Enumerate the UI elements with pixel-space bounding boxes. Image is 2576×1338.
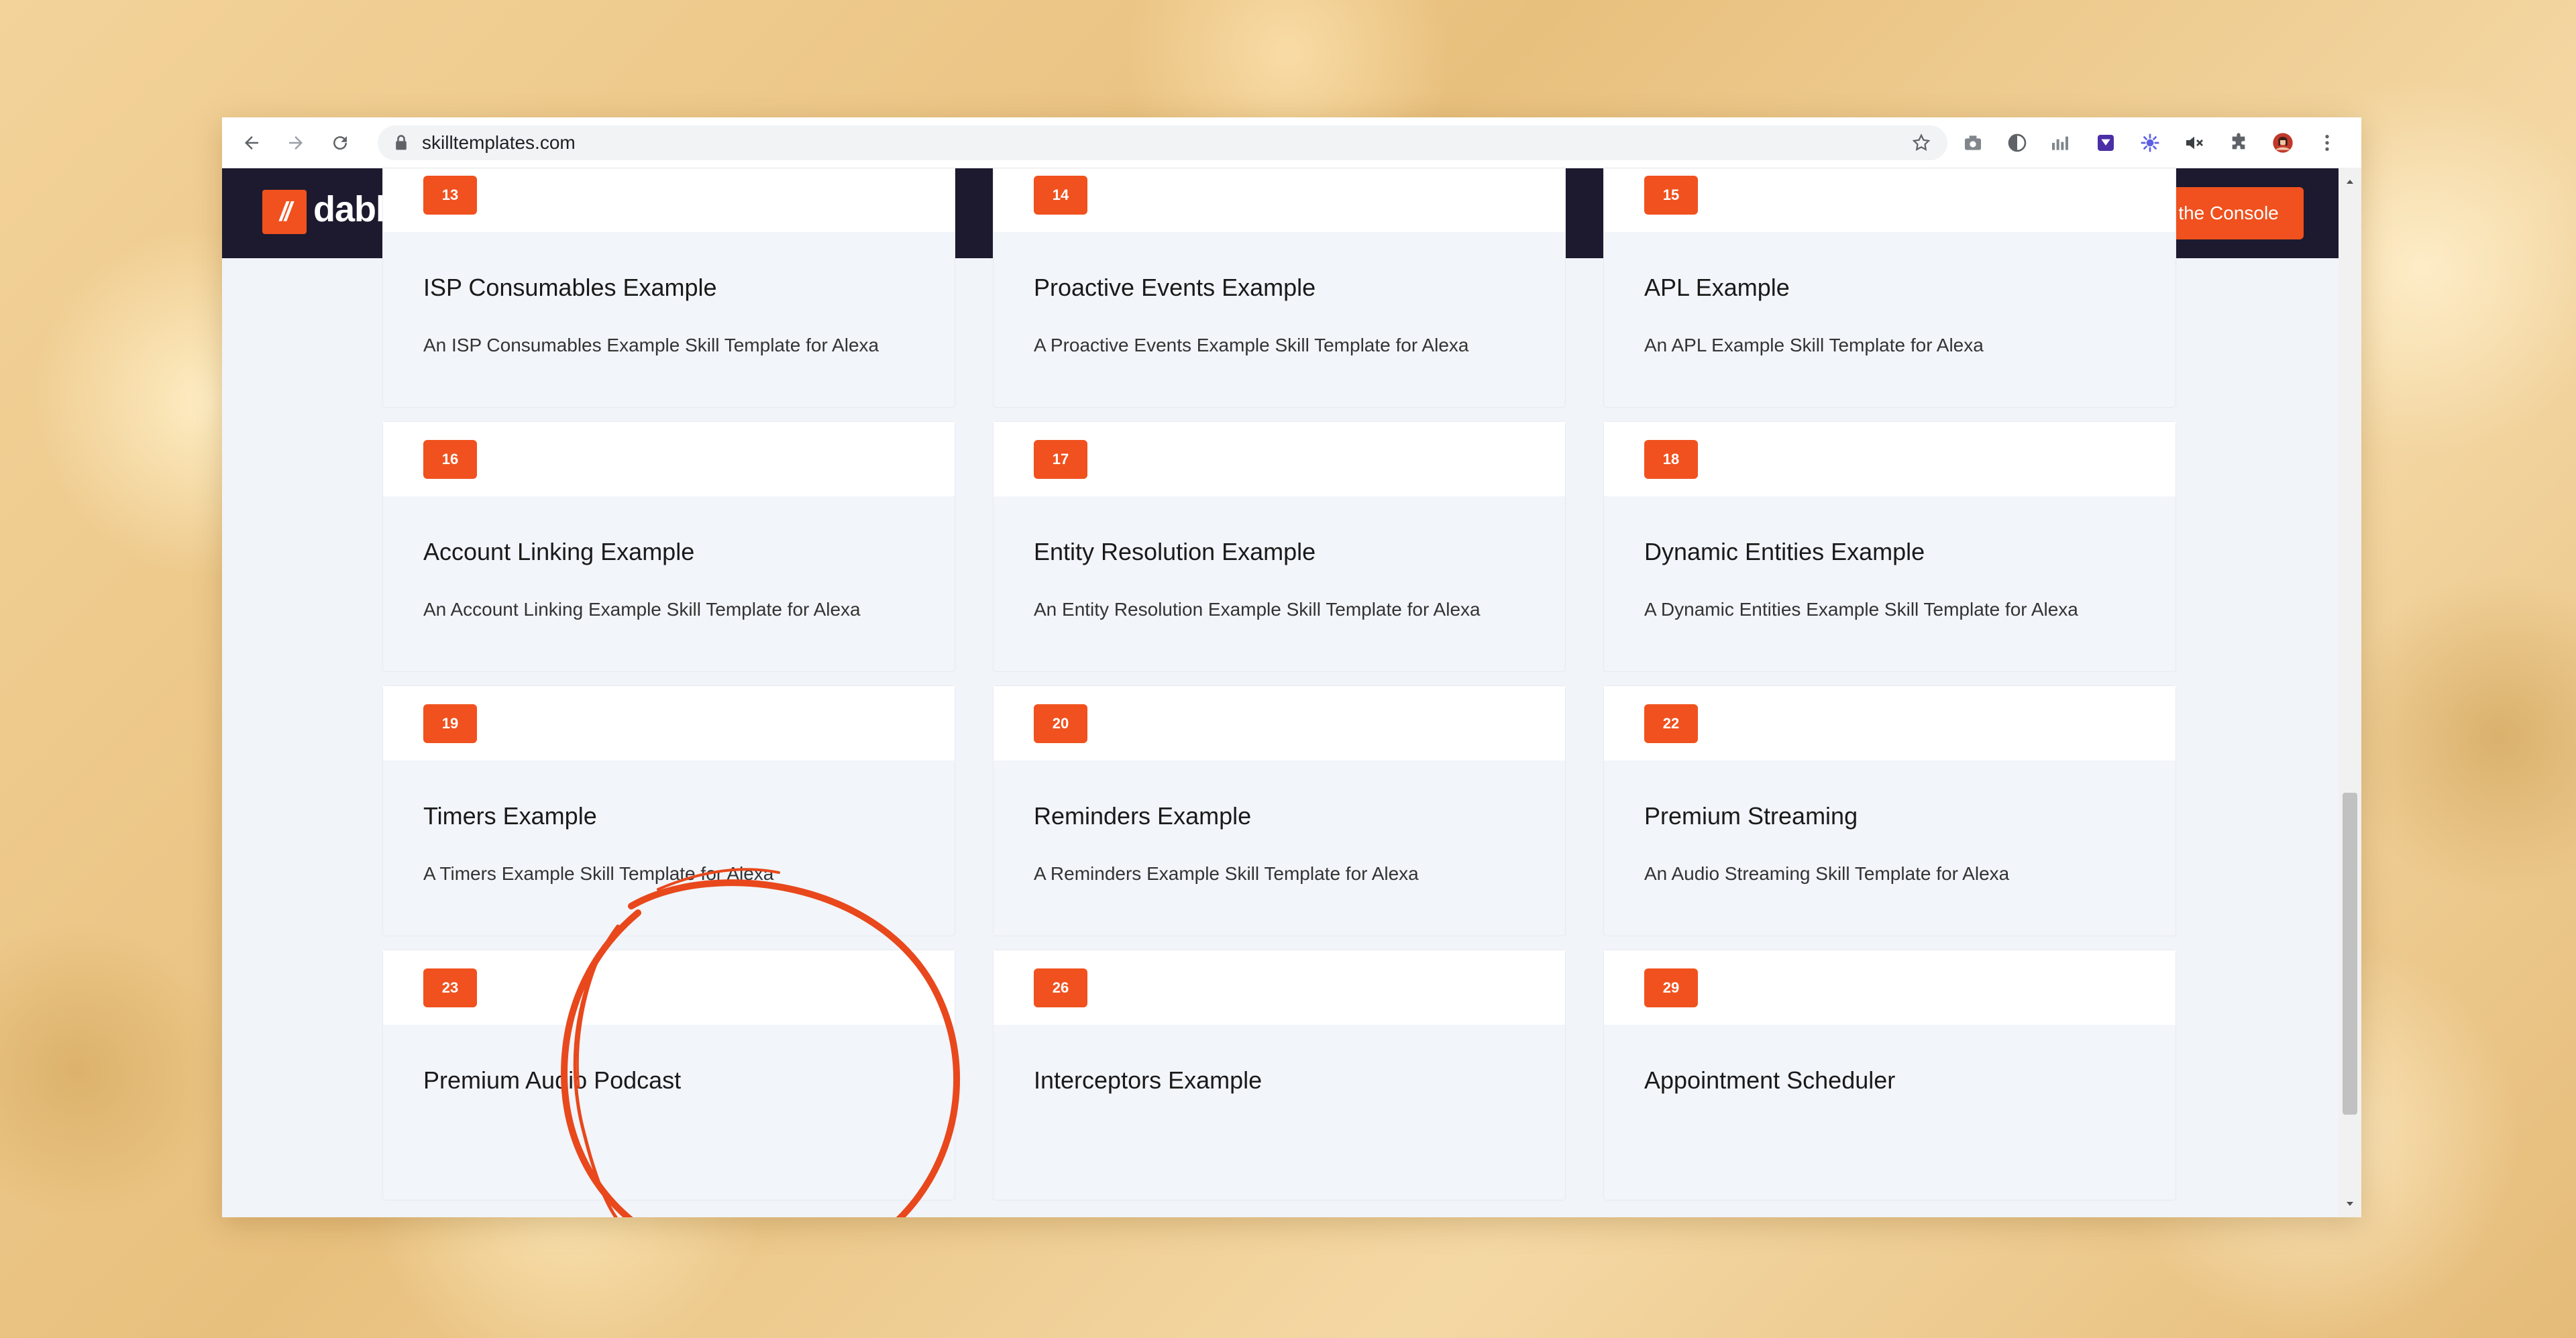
mute-icon [2186, 136, 2203, 150]
camera-icon [1965, 135, 1981, 150]
template-card[interactable]: 29 Appointment Scheduler [1604, 950, 2176, 1200]
purple-extension[interactable] [2092, 129, 2119, 156]
more-menu-icon [2325, 135, 2329, 151]
forward-button[interactable] [281, 128, 311, 158]
card-description: A Proactive Events Example Skill Templat… [1034, 335, 1469, 355]
card-title[interactable]: Entity Resolution Example [1034, 538, 1316, 566]
reload-icon [333, 135, 347, 150]
card-header: 29 [1604, 950, 2176, 1025]
extension-square-icon [2098, 135, 2114, 151]
card-header: 19 [383, 686, 955, 761]
card-description: A Dynamic Entities Example Skill Templat… [1644, 599, 2078, 620]
card-title[interactable]: Account Linking Example [423, 538, 694, 566]
template-card[interactable]: 18 Dynamic Entities Example A Dynamic Enti… [1604, 422, 2176, 671]
logo-mark-glyph: // [279, 197, 292, 227]
lock-icon [396, 135, 407, 150]
forward-icon [289, 135, 303, 150]
card-header: 20 [994, 686, 1565, 761]
card-title[interactable]: Dynamic Entities Example [1644, 538, 1925, 566]
card-title[interactable]: APL Example [1644, 274, 1790, 302]
logo-mark[interactable]: // [262, 190, 307, 234]
template-card[interactable]: 22 Premium Streaming An Audio Streaming Sk… [1604, 686, 2176, 936]
star-icon[interactable] [1911, 133, 1931, 153]
reload-button[interactable] [325, 128, 355, 158]
template-card[interactable]: 17 Entity Resolution Example An Entity Res… [994, 422, 1565, 671]
card-title[interactable]: ISP Consumables Example [423, 274, 717, 302]
page-viewport: // dabble lab Sign In to the Console 13I… [222, 168, 2339, 1217]
card-header: 14 [994, 168, 1565, 232]
card-header: 18 [1604, 422, 2176, 496]
profile-button[interactable] [2269, 129, 2296, 156]
card-description: An Audio Streaming Skill Template for Al… [1644, 863, 2010, 884]
profile-avatar [2273, 133, 2293, 153]
extensions-button[interactable] [2225, 129, 2252, 156]
template-card[interactable]: 15 APL Example An APL Example Skill Templa… [1604, 168, 2176, 407]
back-icon [245, 135, 258, 150]
template-card[interactable]: 14 Proactive Events Example A Proactive Ev… [994, 168, 1565, 407]
gear-flower-icon [2141, 133, 2159, 152]
template-card[interactable]: 20 Reminders Example A Reminders Example S… [994, 686, 1565, 936]
flower-extension[interactable] [2137, 129, 2163, 156]
card-title[interactable]: Interceptors Example [1034, 1066, 1262, 1095]
card-description: An Account Linking Example Skill Templat… [423, 599, 861, 620]
card-number-badge: 15 [1644, 176, 1698, 215]
scroll-down-arrow-icon[interactable] [2345, 1198, 2355, 1209]
template-card[interactable]: 26 Interceptors Example [994, 950, 1565, 1200]
back-button[interactable] [237, 128, 266, 158]
address-bar[interactable]: skilltemplates.com [378, 125, 1947, 160]
template-card[interactable]: 19 Timers Example A Timers Example Skill T… [383, 686, 955, 936]
card-number-badge: 29 [1644, 968, 1698, 1007]
browser-toolbar: skilltemplates.com [222, 117, 2361, 168]
analytics-icon [2052, 136, 2068, 150]
template-card[interactable]: 16 Account Linking Example An Account Link… [383, 422, 955, 671]
card-title[interactable]: Timers Example [423, 802, 597, 830]
moon-icon [2008, 133, 2027, 152]
camera-extension[interactable] [1960, 129, 1986, 156]
url-text[interactable]: skilltemplates.com [422, 132, 576, 154]
card-number-badge: 26 [1034, 968, 1087, 1007]
card-description: An ISP Consumables Example Skill Templat… [423, 335, 879, 355]
card-header: 17 [994, 422, 1565, 496]
card-title[interactable]: Premium Streaming [1644, 802, 1858, 830]
card-number-badge: 19 [423, 704, 477, 743]
card-header: 22 [1604, 686, 2176, 761]
card-number-badge: 18 [1644, 440, 1698, 479]
card-number-badge: 20 [1034, 704, 1087, 743]
browser-menu-button[interactable] [2314, 129, 2341, 156]
scroll-up-arrow-icon[interactable] [2345, 176, 2355, 187]
card-description: A Reminders Example Skill Template for A… [1034, 863, 1419, 884]
analytics-extension[interactable] [2048, 129, 2075, 156]
card-description: An Entity Resolution Example Skill Templ… [1034, 599, 1481, 620]
card-number-badge: 22 [1644, 704, 1698, 743]
scrollbar[interactable] [2339, 168, 2361, 1217]
mute-tab-button[interactable] [2181, 129, 2208, 156]
card-number-badge: 14 [1034, 176, 1087, 215]
card-title[interactable]: Premium Audio Podcast [423, 1066, 681, 1095]
card-title[interactable]: Reminders Example [1034, 802, 1251, 830]
scrollbar-thumb[interactable] [2343, 793, 2357, 1115]
card-description: A Timers Example Skill Template for Alex… [423, 863, 774, 884]
dark-mode-extension[interactable] [2004, 129, 2031, 156]
card-header: 15 [1604, 168, 2176, 232]
card-header: 16 [383, 422, 955, 496]
card-description: An APL Example Skill Template for Alexa [1644, 335, 1984, 355]
card-number-badge: 17 [1034, 440, 1087, 479]
card-number-badge: 16 [423, 440, 477, 479]
card-number-badge: 23 [423, 968, 477, 1007]
card-number-badge: 13 [423, 176, 477, 215]
card-title[interactable]: Appointment Scheduler [1644, 1066, 1895, 1095]
template-card[interactable]: 23 Premium Audio Podcast [383, 950, 955, 1200]
card-header: 13 [383, 168, 955, 232]
browser-window: skilltemplates.com // dabble Sign In to … [222, 117, 2361, 1217]
card-title[interactable]: Proactive Events Example [1034, 274, 1316, 302]
puzzle-icon [2232, 133, 2245, 150]
card-header: 26 [994, 950, 1565, 1025]
card-header: 23 [383, 950, 955, 1025]
template-card[interactable]: 13 ISP Consumables Example An ISP Consumab… [383, 168, 955, 407]
